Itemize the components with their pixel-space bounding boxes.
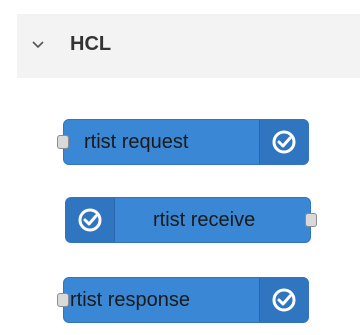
palette-category-header[interactable]: HCL [17,14,360,78]
check-circle-icon [272,288,296,312]
node-icon-container [259,120,308,164]
input-port [57,135,69,149]
input-port [57,293,69,307]
palette-node-rtist-response[interactable]: rtist response [57,277,309,323]
palette-node-rtist-receive[interactable]: rtist receive [65,197,317,243]
node-icon-container [259,278,308,322]
node-label: rtist response [70,289,191,311]
palette-node-rtist-request[interactable]: rtist request [57,119,309,165]
node-label: rtist receive [153,209,256,231]
chevron-down-icon [32,41,44,49]
node-label: rtist request [84,131,189,153]
palette-category-title: HCL [70,33,112,55]
check-circle-icon [272,130,296,154]
node-icon-container [66,198,115,242]
check-circle-icon [78,208,102,232]
output-port [305,213,317,227]
